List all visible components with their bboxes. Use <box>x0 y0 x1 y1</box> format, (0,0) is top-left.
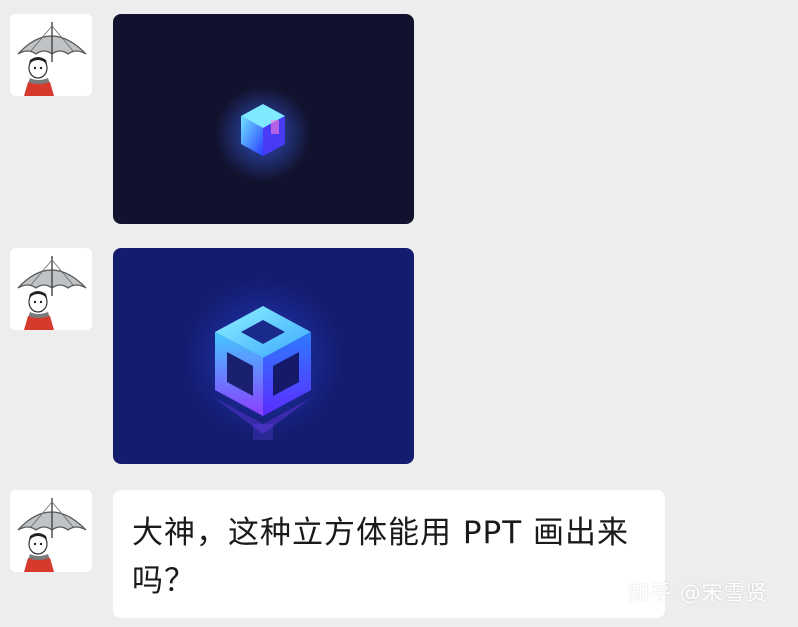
image-bubble-cube-hollow[interactable] <box>113 248 414 464</box>
text-bubble[interactable]: 大神，这种立方体能用 PPT 画出来吗？ <box>113 490 665 618</box>
image-bubble-cube-small[interactable] <box>113 14 414 224</box>
umbrella-man-avatar-icon <box>10 248 92 330</box>
avatar[interactable] <box>10 248 92 330</box>
umbrella-man-avatar-icon <box>10 490 92 572</box>
glowing-cube-hollow-image <box>113 248 414 464</box>
avatar[interactable] <box>10 14 92 96</box>
umbrella-man-avatar-icon <box>10 14 92 96</box>
glowing-cube-small-image <box>113 14 414 224</box>
message-text: 大神，这种立方体能用 PPT 画出来吗？ <box>132 515 630 599</box>
avatar[interactable] <box>10 490 92 572</box>
watermark: 知乎 @宋雪贤 <box>628 581 768 605</box>
